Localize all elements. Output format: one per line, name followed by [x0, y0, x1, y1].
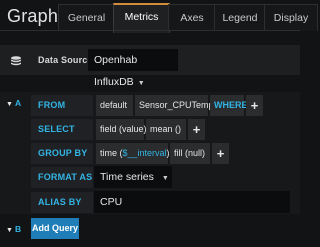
alias-input[interactable]: CPU: [94, 191, 290, 213]
add-select-plus-icon[interactable]: +: [188, 119, 205, 140]
tab-metrics[interactable]: Metrics: [113, 3, 170, 33]
from-label: FROM: [38, 100, 66, 110]
interval-var: $__interval: [122, 148, 167, 158]
fill-segment[interactable]: fill (null): [170, 143, 210, 164]
groupby-label: GROUP BY: [38, 148, 88, 158]
datasource-select[interactable]: Openhab InfluxDB ▼: [88, 49, 178, 88]
tab-axes[interactable]: Axes: [168, 4, 216, 31]
add-groupby-plus-icon[interactable]: +: [212, 143, 229, 164]
tabs-divider: [0, 30, 300, 31]
time-interval-segment[interactable]: time ($__interval): [96, 143, 170, 164]
select-label: SELECT: [38, 124, 75, 134]
alias-label: ALIAS BY: [38, 197, 82, 207]
database-icon: [11, 56, 21, 66]
query-a-header[interactable]: ▼ A: [6, 98, 21, 108]
datasource-label: Data Source: [38, 55, 93, 65]
tab-general[interactable]: General: [58, 4, 115, 31]
field-segment[interactable]: field (value): [96, 119, 147, 140]
policy-segment[interactable]: default: [96, 95, 133, 116]
query-b-letter: B: [14, 224, 22, 234]
chevron-down-icon: ▼: [137, 80, 145, 87]
collapse-arrow-icon: ▼: [6, 101, 13, 108]
where-keyword: WHERE: [210, 95, 248, 116]
query-a-letter: A: [14, 98, 22, 108]
format-select[interactable]: Time series ▼: [94, 166, 172, 188]
add-where-plus-icon[interactable]: +: [246, 95, 263, 116]
add-query-button[interactable]: Add Query: [31, 218, 79, 239]
datasource-value: Openhab InfluxDB: [94, 54, 138, 88]
measurement-segment[interactable]: Sensor_CPUTemp: [135, 95, 214, 116]
tab-legend[interactable]: Legend: [214, 4, 266, 31]
collapse-arrow-icon: ▼: [6, 227, 13, 234]
tab-display[interactable]: Display: [264, 4, 318, 31]
format-value: Time series: [100, 171, 154, 183]
function-segment[interactable]: mean (): [146, 119, 186, 140]
page-title: Graph: [7, 6, 59, 26]
chevron-down-icon: ▼: [161, 175, 169, 182]
query-b-header[interactable]: ▼ B: [6, 224, 21, 234]
format-label: FORMAT AS: [38, 172, 93, 182]
